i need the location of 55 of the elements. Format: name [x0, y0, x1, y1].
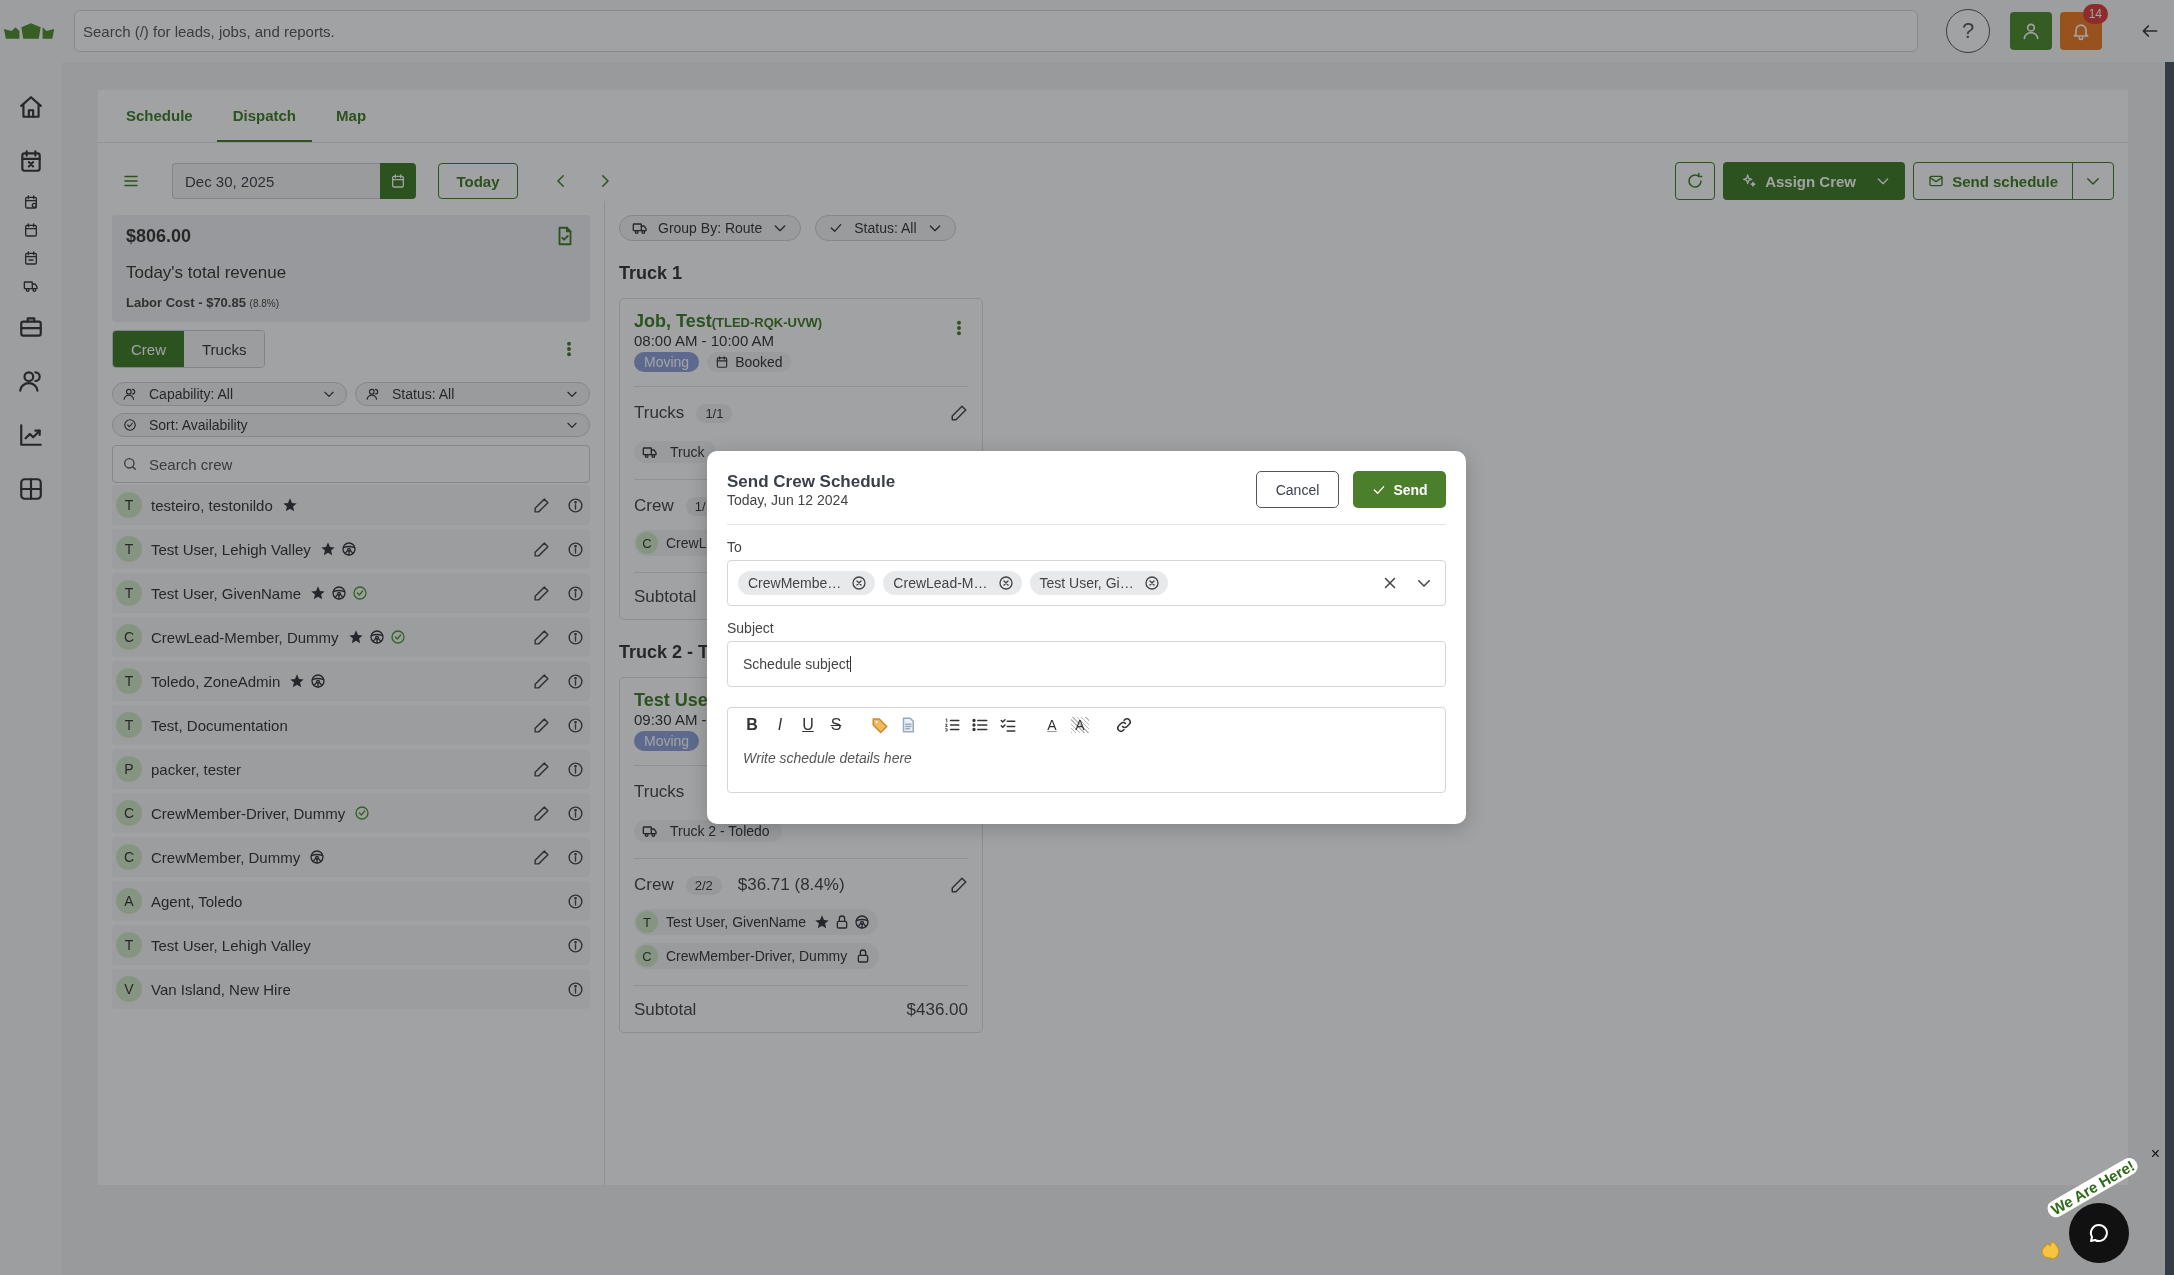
- group-title: Truck 1: [619, 263, 684, 284]
- crew-name: CrewLead-Member, Dummy: [151, 628, 339, 646]
- crew-name: Test, Documentation: [151, 716, 288, 734]
- section-label: Crew: [634, 875, 674, 895]
- avatar: T: [116, 712, 142, 738]
- crew-name: Test User, GivenName: [666, 914, 807, 930]
- subtotal-amount: $436.00: [906, 1000, 968, 1020]
- labor-cost: Labor Cost - $70.85 (8.8%): [126, 295, 280, 310]
- service-tag: Moving: [634, 352, 700, 372]
- field-label: Subject: [727, 620, 775, 636]
- revenue-label: Today's total revenue: [126, 263, 288, 283]
- dialog-title: Send Crew Schedule: [727, 471, 897, 492]
- crew-name: CrewMember, Dummy: [151, 848, 301, 866]
- crew-name: Test User, GivenName: [151, 584, 302, 602]
- crew-name: Test User, Lehigh Valley: [151, 540, 311, 558]
- field-label: To: [727, 539, 743, 555]
- crew-name: Test User, Lehigh Valley: [151, 936, 311, 954]
- dialog-subtitle: Today, Jun 12 2024: [727, 491, 850, 508]
- service-tag: Moving: [634, 731, 700, 751]
- crew-name: Van Island, New Hire: [151, 980, 291, 998]
- notification-count: 14: [2082, 4, 2108, 24]
- avatar: V: [116, 976, 142, 1002]
- crew-name: CrewMember-Driver, Dummy: [151, 804, 346, 822]
- avatar: C: [116, 624, 142, 650]
- crew-name: Agent, Toledo: [151, 892, 243, 910]
- crew-name: CrewL: [666, 535, 707, 551]
- editor-placeholder: Write schedule details here: [743, 750, 913, 766]
- crew-name: packer, tester: [151, 760, 242, 778]
- crew-cost: $36.71 (8.4%): [737, 875, 845, 895]
- avatar: T: [116, 580, 142, 606]
- avatar: T: [116, 492, 142, 518]
- revenue-amount: $806.00: [126, 225, 192, 247]
- crew-name: testeiro, testonildo: [151, 496, 273, 514]
- avatar: P: [116, 756, 142, 782]
- avatar: C: [116, 844, 142, 870]
- job-time: 08:00 AM - 10:00 AM: [634, 332, 776, 349]
- avatar: C: [636, 945, 658, 967]
- avatar: T: [116, 932, 142, 958]
- avatar: T: [116, 668, 142, 694]
- section-label: Crew: [634, 496, 674, 516]
- count: 1/1: [696, 403, 733, 423]
- avatar: A: [116, 888, 142, 914]
- avatar: T: [636, 911, 658, 933]
- subtotal-label: Subtotal: [634, 587, 697, 607]
- crew-name: Toledo, ZoneAdmin: [151, 672, 281, 690]
- job-time: 09:30 AM -: [634, 711, 708, 728]
- section-label: Trucks: [634, 782, 685, 802]
- status-tag: Booked: [707, 352, 791, 372]
- crew-name: CrewMember-Driver, Dummy: [666, 948, 848, 964]
- section-label: Trucks: [634, 403, 685, 423]
- count: 2/2: [685, 875, 722, 895]
- avatar: C: [636, 532, 658, 554]
- avatar: C: [116, 800, 142, 826]
- avatar: T: [116, 536, 142, 562]
- subtotal-label: Subtotal: [634, 1000, 697, 1020]
